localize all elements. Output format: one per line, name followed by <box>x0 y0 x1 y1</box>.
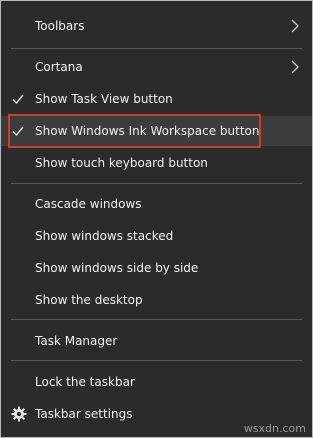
separator <box>11 48 302 49</box>
menu-item-label: Cortana <box>35 60 83 74</box>
menu-item-toolbars[interactable]: Toolbars <box>1 11 312 41</box>
menu-item-show-touch-keyboard[interactable]: Show touch keyboard button <box>1 148 312 178</box>
menu-item-label: Show Task View button <box>35 92 173 106</box>
menu-item-cascade-windows[interactable]: Cascade windows <box>1 189 312 219</box>
menu-item-label: Show windows stacked <box>35 229 174 243</box>
menu-item-label: Cascade windows <box>35 197 142 211</box>
chevron-right-icon <box>291 60 299 74</box>
chevron-right-icon <box>291 19 299 33</box>
menu-item-cortana[interactable]: Cortana <box>1 52 312 82</box>
menu-item-task-manager[interactable]: Task Manager <box>1 326 312 356</box>
menu-item-label: Lock the taskbar <box>35 375 135 389</box>
menu-item-lock-the-taskbar[interactable]: Lock the taskbar <box>1 367 312 397</box>
menu-item-show-the-desktop[interactable]: Show the desktop <box>1 285 312 315</box>
menu-item-show-windows-side-by-side[interactable]: Show windows side by side <box>1 253 312 283</box>
separator <box>11 183 302 184</box>
separator <box>11 319 302 320</box>
menu-item-show-windows-ink-workspace[interactable]: Show Windows Ink Workspace button <box>1 116 312 146</box>
taskbar-context-menu: Toolbars Cortana Show Task View button S… <box>0 0 313 438</box>
menu-item-show-task-view[interactable]: Show Task View button <box>1 84 312 114</box>
checkmark-icon <box>12 94 24 105</box>
menu-item-label: Show touch keyboard button <box>35 156 208 170</box>
watermark: wsxdn.com <box>243 422 306 435</box>
menu-item-label: Show windows side by side <box>35 261 199 275</box>
menu-item-label: Toolbars <box>35 19 85 33</box>
gear-icon <box>11 406 27 422</box>
menu-item-label: Task Manager <box>35 334 118 348</box>
checkmark-icon <box>12 126 24 137</box>
separator <box>11 360 302 361</box>
menu-item-label: Taskbar settings <box>35 407 133 421</box>
menu-item-label: Show the desktop <box>35 293 143 307</box>
menu-item-label: Show Windows Ink Workspace button <box>35 124 260 138</box>
menu-item-show-windows-stacked[interactable]: Show windows stacked <box>1 221 312 251</box>
